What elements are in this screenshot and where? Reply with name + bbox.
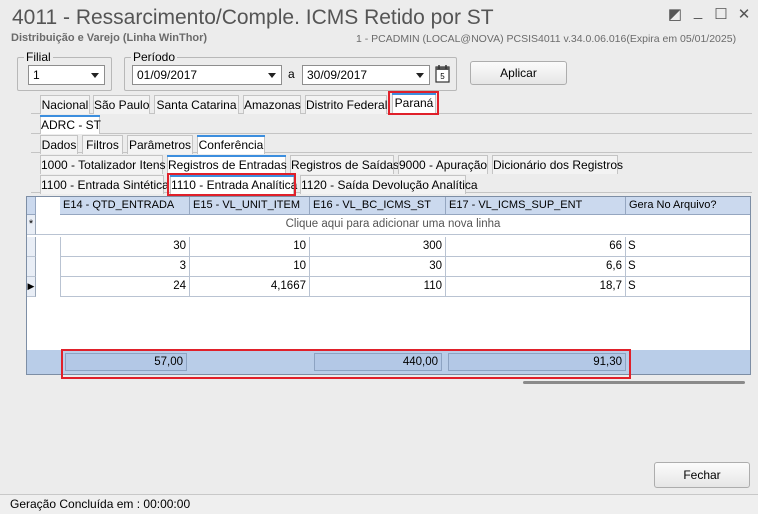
minimize-icon[interactable]: _ — [690, 4, 706, 20]
cell-vl-bc-icms-st[interactable]: 30 — [310, 257, 446, 277]
cell-vl-icms-sup-ent[interactable]: 18,7 — [446, 277, 626, 297]
session-info: 1 - PCADMIN (LOCAL@NOVA) PCSIS4011 v.34.… — [356, 33, 737, 45]
tab-9000-apuracao[interactable]: 9000 - Apuração — [398, 155, 488, 174]
chevron-down-icon[interactable] — [87, 67, 103, 83]
filial-value: 1 — [33, 68, 40, 82]
tab-dicionario[interactable]: Dicionário dos Registros — [492, 155, 623, 174]
periodo-label: Período — [131, 50, 178, 64]
filial-select[interactable]: 1 — [28, 65, 105, 85]
date-from-field[interactable]: 01/09/2017 — [132, 65, 282, 85]
tab-1000-totalizador[interactable]: 1000 - Totalizador Itens — [40, 155, 166, 174]
cell-vl-bc-icms-st[interactable]: 300 — [310, 237, 446, 257]
window-subtitle: Distribuição e Varejo (Linha WinThor) — [11, 32, 208, 44]
col-gera-arquivo[interactable]: Gera No Arquivo? — [626, 197, 750, 215]
col-qtd-entrada[interactable]: E14 - QTD_ENTRADA — [60, 197, 190, 215]
cell-vl-icms-sup-ent[interactable]: 66 — [446, 237, 626, 257]
maximize-icon[interactable]: ☐ — [713, 7, 729, 23]
highlight-totals — [61, 349, 631, 379]
col-vl-bc-icms-st[interactable]: E16 - VL_BC_ICMS_ST — [310, 197, 446, 215]
new-row-hint[interactable]: Clique aqui para adicionar uma nova linh… — [36, 215, 750, 235]
highlight-1110 — [167, 173, 296, 196]
row-indicator — [27, 257, 36, 277]
close-button[interactable]: Fechar — [654, 462, 750, 488]
cell-qtd-entrada[interactable]: 24 — [60, 277, 190, 297]
horizontal-scrollbar[interactable] — [523, 381, 745, 384]
cell-vl-unit-item[interactable]: 10 — [190, 237, 310, 257]
restore-icon[interactable]: ◩ — [667, 7, 683, 23]
current-row-arrow-icon: ▶ — [27, 277, 36, 297]
tab-distrito-federal[interactable]: Distrito Federal — [305, 95, 387, 114]
chevron-down-icon[interactable] — [412, 67, 428, 83]
tab-dados[interactable]: Dados — [40, 135, 78, 154]
tab-amazonas[interactable]: Amazonas — [243, 95, 301, 114]
cell-vl-icms-sup-ent[interactable]: 6,6 — [446, 257, 626, 277]
tab-parametros[interactable]: Parâmetros — [127, 135, 193, 154]
tab-adrc-st[interactable]: ADRC - ST — [40, 115, 101, 134]
row-indicator — [27, 237, 36, 257]
date-separator: a — [288, 67, 295, 81]
chevron-down-icon[interactable] — [264, 67, 280, 83]
highlight-parana — [388, 91, 439, 115]
col-vl-icms-sup-ent[interactable]: E17 - VL_ICMS_SUP_ENT — [446, 197, 626, 215]
cell-vl-unit-item[interactable]: 4,1667 — [190, 277, 310, 297]
date-to-field[interactable]: 30/09/2017 — [302, 65, 430, 85]
cell-gera-arquivo[interactable]: S — [626, 257, 750, 277]
tab-1100-entrada-sintetica[interactable]: 1100 - Entrada Sintética — [40, 175, 169, 194]
new-row-indicator: * — [27, 215, 36, 235]
cell-gera-arquivo[interactable]: S — [626, 277, 750, 297]
cell-vl-unit-item[interactable]: 10 — [190, 257, 310, 277]
window-title: 4011 - Ressarcimento/Comple. ICMS Retido… — [12, 6, 494, 29]
tab-registros-entradas[interactable]: Registros de Entradas — [167, 155, 287, 174]
svg-text:5: 5 — [440, 72, 445, 81]
grid-header-indicator — [27, 197, 36, 215]
close-icon[interactable]: ✕ — [736, 7, 752, 23]
tab-1120-saida-devolucao[interactable]: 1120 - Saída Devolução Analítica — [300, 175, 478, 194]
cell-qtd-entrada[interactable]: 3 — [60, 257, 190, 277]
filial-label: Filial — [24, 50, 53, 64]
apply-button[interactable]: Aplicar — [470, 61, 567, 85]
tab-filtros[interactable]: Filtros — [82, 135, 123, 154]
tab-conferencia[interactable]: Conferência — [197, 135, 265, 154]
status-bar: Geração Concluída em : 00:00:00 — [0, 494, 758, 514]
tab-sao-paulo[interactable]: São Paulo — [93, 95, 150, 114]
date-to-value: 30/09/2017 — [307, 68, 368, 82]
sub-tabs-line — [31, 133, 752, 134]
tab-nacional[interactable]: Nacional — [40, 95, 90, 114]
tab-santa-catarina[interactable]: Santa Catarina — [154, 95, 239, 114]
col-vl-unit-item[interactable]: E15 - VL_UNIT_ITEM — [190, 197, 310, 215]
tab-registros-saidas[interactable]: Registros de Saídas — [290, 155, 399, 174]
calendar-icon[interactable]: 5 — [434, 64, 452, 84]
grid-divider — [60, 237, 61, 297]
cell-gera-arquivo[interactable]: S — [626, 237, 750, 257]
date-from-value: 01/09/2017 — [137, 68, 198, 82]
cell-vl-bc-icms-st[interactable]: 110 — [310, 277, 446, 297]
cell-qtd-entrada[interactable]: 30 — [60, 237, 190, 257]
